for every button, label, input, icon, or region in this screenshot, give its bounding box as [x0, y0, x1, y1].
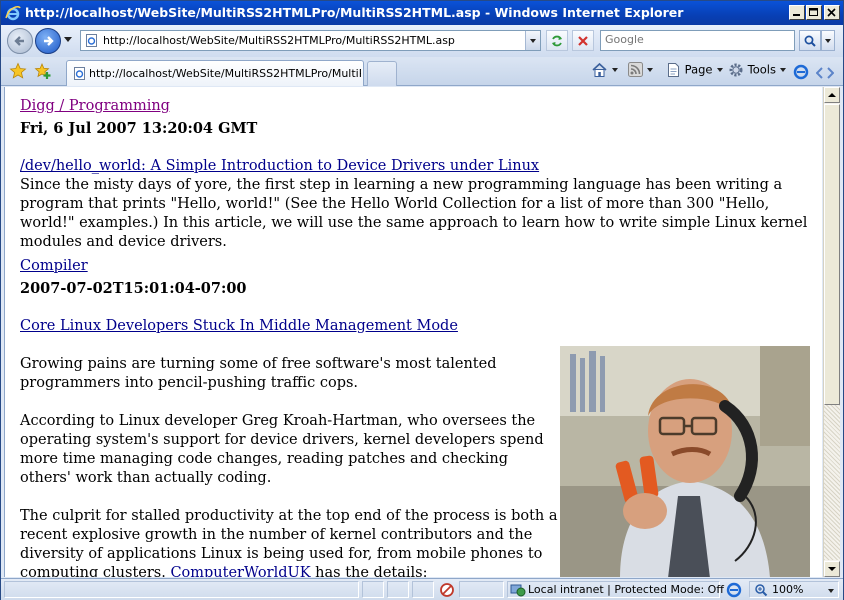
zoom-control[interactable]: 100%	[749, 581, 839, 598]
favorites-star-icon[interactable]	[9, 62, 27, 80]
address-dropdown-button[interactable]	[525, 31, 540, 50]
zone-label: Local intranet | Protected Mode: Off	[528, 583, 724, 596]
page-icon	[86, 34, 97, 47]
minimize-icon	[793, 14, 800, 16]
add-favorite-icon[interactable]	[34, 62, 52, 80]
popup-blocked-icon[interactable]	[439, 582, 455, 598]
window-title: http://localhost/WebSite/MultiRSS2HTMLPr…	[25, 5, 684, 20]
feed-title-link[interactable]: Digg / Programming	[20, 98, 170, 114]
item-title-link[interactable]: /dev/hello_world: A Simple Introduction …	[20, 158, 539, 174]
status-bar: Local intranet | Protected Mode: Off 100…	[1, 578, 843, 600]
zoom-icon	[755, 584, 768, 597]
feed-title-link-compiler[interactable]: Compiler	[20, 258, 88, 274]
home-icon	[592, 62, 607, 77]
internet-explorer-icon	[5, 6, 21, 21]
forward-button[interactable]	[35, 28, 61, 54]
item-description: Since the misty days of yore, the first …	[20, 177, 808, 250]
title-bar: http://localhost/WebSite/MultiRSS2HTMLPr…	[1, 1, 843, 25]
rss-feed-icon	[628, 62, 643, 77]
vertical-scrollbar[interactable]	[823, 87, 840, 577]
close-icon	[827, 8, 836, 17]
back-arrow-icon	[14, 36, 24, 46]
search-box[interactable]	[600, 30, 795, 51]
maximize-icon	[809, 8, 818, 16]
search-icon	[804, 35, 816, 47]
refresh-button[interactable]	[546, 30, 568, 51]
item-title-link-core-linux[interactable]: Core Linux Developers Stuck In Middle Ma…	[20, 318, 458, 334]
research-icon[interactable]	[816, 64, 834, 82]
zoom-level: 100%	[772, 583, 804, 596]
tab-bar: http://localhost/WebSite/MultiRSS2HTMLPr…	[1, 57, 843, 86]
address-bar[interactable]: http://localhost/WebSite/MultiRSS2HTMLPr…	[80, 30, 541, 51]
search-input[interactable]	[601, 31, 786, 48]
scroll-up-button[interactable]	[824, 87, 840, 103]
scroll-thumb[interactable]	[824, 104, 840, 405]
item-paragraph-with-link: The culprit for stalled productivity at …	[20, 507, 558, 577]
stop-button[interactable]	[572, 30, 594, 51]
stop-icon	[578, 36, 588, 46]
security-zone[interactable]: Local intranet | Protected Mode: Off	[507, 581, 724, 598]
gear-icon	[729, 63, 743, 77]
search-button[interactable]	[799, 30, 821, 51]
item-paragraph: According to Linux developer Greg Kroah-…	[20, 413, 544, 486]
page-icon	[74, 67, 85, 80]
item-paragraph: Growing pains are turning some of free s…	[20, 356, 497, 391]
article-photo	[560, 346, 810, 577]
minimize-button[interactable]	[789, 5, 805, 20]
home-button[interactable]	[591, 62, 618, 80]
page-menu[interactable]: Page	[666, 62, 723, 80]
new-tab-button[interactable]	[367, 61, 397, 86]
computerworlduk-link[interactable]: ComputerWorldUK	[170, 565, 310, 577]
page-content: Digg / Programming Fri, 6 Jul 2007 13:20…	[4, 87, 822, 577]
scroll-track[interactable]	[824, 405, 840, 560]
search-options-dropdown[interactable]	[821, 30, 835, 51]
tools-menu-label: Tools	[747, 62, 776, 77]
tools-menu[interactable]: Tools	[728, 62, 786, 80]
active-tab[interactable]: http://localhost/WebSite/MultiRSS2HTMLPr…	[66, 60, 364, 86]
refresh-icon	[552, 35, 562, 47]
recent-pages-dropdown[interactable]	[64, 37, 72, 42]
maximize-button[interactable]	[806, 5, 822, 20]
back-button[interactable]	[7, 28, 33, 54]
feed-date-compiler: 2007-07-02T15:01:04-07:00	[20, 280, 247, 297]
feed-date: Fri, 6 Jul 2007 13:20:04 GMT	[20, 120, 258, 137]
close-window-button[interactable]	[824, 5, 840, 20]
feeds-button[interactable]	[628, 62, 653, 80]
forward-arrow-icon	[44, 36, 54, 46]
status-text-area	[4, 581, 359, 598]
ie-protected-icon[interactable]	[726, 582, 742, 598]
address-url[interactable]: http://localhost/WebSite/MultiRSS2HTMLPr…	[103, 34, 455, 47]
tab-label: http://localhost/WebSite/MultiRSS2HTMLPr…	[89, 67, 361, 80]
navigation-bar: http://localhost/WebSite/MultiRSS2HTMLPr…	[1, 25, 843, 57]
page-menu-icon	[668, 63, 679, 77]
page-menu-label: Page	[684, 62, 713, 77]
help-ie-icon[interactable]	[793, 63, 809, 81]
scroll-down-button[interactable]	[824, 561, 840, 577]
browser-window: http://localhost/WebSite/MultiRSS2HTMLPr…	[0, 0, 844, 600]
intranet-zone-icon	[510, 584, 526, 597]
